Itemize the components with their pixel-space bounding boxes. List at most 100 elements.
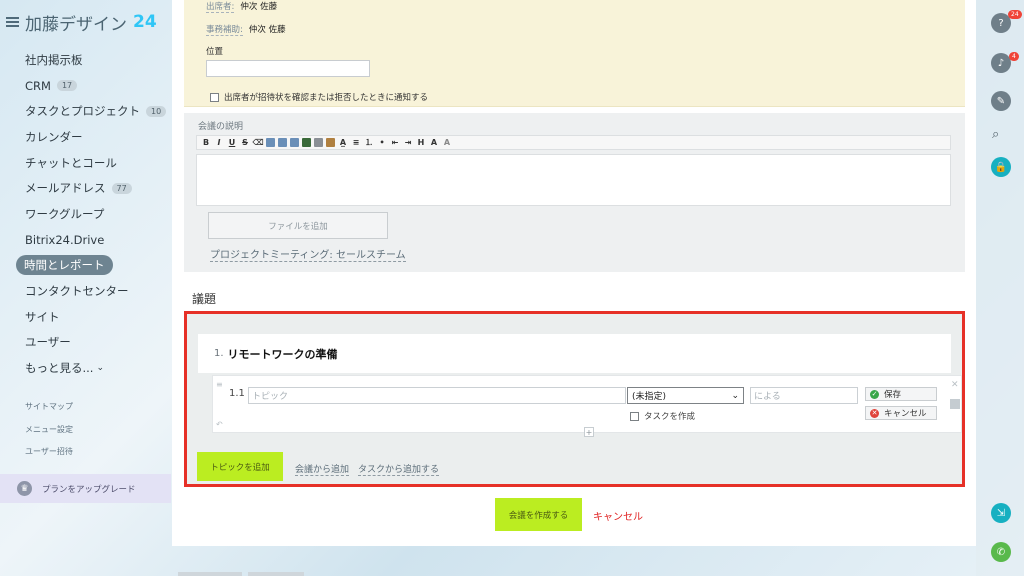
description-label: 会議の説明 (198, 122, 244, 132)
indent-icon[interactable]: ⇥ (403, 137, 413, 148)
bullet-list-icon[interactable]: • (377, 137, 387, 148)
bottom-tab[interactable] (178, 572, 242, 576)
sidebar-item-label: タスクとプロジェクト (25, 104, 140, 119)
bottom-tab[interactable] (248, 572, 304, 576)
font-family-icon[interactable]: A̲ (338, 137, 348, 148)
create-meeting-button[interactable]: 会議を作成する (495, 498, 582, 531)
sidebar-item-sites[interactable]: サイト (0, 304, 172, 330)
sidebar-item-label: ワークグループ (25, 206, 105, 221)
cancel-topic-button[interactable]: ✕ キャンセル (865, 406, 937, 420)
video-icon[interactable] (302, 138, 311, 147)
remove-icon[interactable]: ✕ (951, 380, 959, 390)
chevron-down-icon: ⌄ (731, 390, 739, 401)
align-icon[interactable]: ≡ (351, 137, 361, 148)
upgrade-plan-button[interactable]: ♛ プランをアップグレード (0, 474, 171, 503)
sidebar-item-more[interactable]: もっと見る... ⌄ (0, 355, 172, 381)
quote-icon[interactable] (326, 138, 335, 147)
agenda-topic[interactable]: 1. リモートワークの準備 (198, 334, 951, 373)
count-badge: 10 (146, 105, 167, 117)
bold-button[interactable]: B (201, 137, 211, 148)
agenda-title: 議題 (192, 292, 217, 306)
upgrade-label: プランをアップグレード (42, 484, 136, 495)
assistant-value: 仲次 佐藤 (248, 25, 286, 35)
sidebar-item-time-reports[interactable]: 時間とレポート (0, 253, 172, 279)
sidebar-item-label: CRM (25, 78, 51, 93)
cancel-button[interactable]: キャンセル (593, 508, 643, 523)
strikethrough-button[interactable]: S (240, 137, 250, 148)
unlink-icon[interactable] (278, 138, 287, 147)
chat-icon[interactable]: ✎ (991, 91, 1011, 111)
create-task-option[interactable]: タスクを作成 (630, 410, 695, 422)
logo-number: 24 (133, 12, 157, 32)
add-from-meeting-link[interactable]: 会議から追加 (295, 462, 350, 476)
image-icon[interactable] (290, 138, 299, 147)
sidebar-item-mail[interactable]: メールアドレス 77 (0, 175, 172, 201)
menu-icon[interactable] (6, 16, 19, 28)
font-size-button[interactable]: A (429, 137, 439, 148)
sidebar-item-contact-center[interactable]: コンタクトセンター (0, 278, 172, 304)
add-topic-button[interactable]: トピックを追加 (197, 452, 283, 481)
bell-icon[interactable]: ♪ (991, 53, 1011, 73)
font-color-button[interactable]: A (442, 137, 452, 148)
sidebar-item-users[interactable]: ユーザー (0, 330, 172, 356)
underline-button[interactable]: U (227, 137, 237, 148)
topic-input[interactable] (248, 387, 626, 404)
responsible-value: (未指定) (632, 392, 667, 402)
check-icon: ✓ (870, 389, 879, 399)
sidebar-item-tasks[interactable]: タスクとプロジェクト 10 (0, 98, 172, 124)
add-icon[interactable]: + (584, 427, 594, 437)
sidebar-item-label: もっと見る... (25, 361, 94, 376)
notify-checkbox[interactable] (210, 92, 219, 102)
invite-users-link[interactable]: ユーザー招待 (25, 446, 73, 457)
create-task-checkbox[interactable] (630, 411, 639, 421)
topic-title: リモートワークの準備 (227, 347, 338, 361)
logo[interactable]: 加藤デザイン 24 (6, 10, 157, 35)
italic-button[interactable]: I (214, 137, 224, 148)
sitemap-link[interactable]: サイトマップ (25, 401, 73, 412)
edit-icon[interactable] (950, 399, 960, 409)
subtopic-number: 1.1 (229, 388, 245, 399)
table-icon[interactable] (314, 138, 323, 147)
undo-icon[interactable]: ↶ (216, 420, 223, 429)
menu-settings-link[interactable]: メニュー設定 (25, 424, 73, 435)
sidebar-item-label: カレンダー (25, 129, 83, 144)
sidebar-item-drive[interactable]: Bitrix24.Drive (0, 227, 172, 253)
eraser-icon[interactable]: ⌫ (252, 137, 263, 148)
outdent-icon[interactable]: ⇤ (390, 137, 400, 148)
cancel-label: キャンセル (884, 409, 927, 419)
project-link[interactable]: プロジェクトミーティング: セールスチーム (210, 246, 406, 262)
add-file-button[interactable]: ファイルを追加 (208, 212, 388, 239)
left-sidebar: 加藤デザイン 24 社内掲示板 CRM 17 タスクとプロジェクト 10 カレンダー… (0, 0, 172, 576)
link-icon[interactable] (266, 138, 275, 147)
sidebar-item-label: 社内掲示板 (25, 52, 83, 67)
sidebar-item-chat[interactable]: チャットとコール (0, 150, 172, 176)
sidebar-item-label: Bitrix24.Drive (25, 232, 105, 247)
add-from-task-link[interactable]: タスクから追加する (358, 462, 440, 476)
main-content: 出席者: 仲次 佐藤 事務補助: 仲次 佐藤 位置 出席者が招待状を確認または拒否し… (172, 0, 976, 546)
lock-icon[interactable]: 🔒 (991, 157, 1011, 177)
search-icon[interactable]: ⌕ (992, 127, 999, 142)
attendees-value: 仲次 佐藤 (240, 2, 278, 12)
save-label: 保存 (884, 390, 902, 400)
save-button[interactable]: ✓ 保存 (865, 387, 937, 401)
sidebar-item-workgroups[interactable]: ワークグループ (0, 201, 172, 227)
heading-button[interactable]: H (416, 137, 426, 148)
ordered-list-icon[interactable]: ⒈ (364, 137, 374, 148)
notify-option[interactable]: 出席者が招待状を確認または拒否したときに通知する (210, 91, 428, 103)
open-panel-icon[interactable]: ⇲ (991, 503, 1011, 523)
by-input[interactable] (750, 387, 858, 404)
drag-handle-icon[interactable]: ≡ (216, 380, 223, 389)
agenda-panel: 1. リモートワークの準備 ≡ 1.1 (未指定) ⌄ タスクを作成 ✓ 保存 … (184, 311, 965, 487)
company-name: 加藤デザイン (25, 14, 127, 35)
responsible-select[interactable]: (未指定) ⌄ (627, 387, 744, 404)
attendees-label[interactable]: 出席者: (206, 2, 235, 13)
sidebar-item-label: ユーザー (25, 335, 71, 350)
description-editor[interactable] (196, 154, 951, 206)
assistant-label[interactable]: 事務補助: (206, 25, 243, 36)
main-nav: 社内掲示板 CRM 17 タスクとプロジェクト 10 カレンダー チャットとコール … (0, 47, 172, 381)
phone-icon[interactable]: ✆ (991, 542, 1011, 562)
sidebar-item-feed[interactable]: 社内掲示板 (0, 47, 172, 73)
sidebar-item-calendar[interactable]: カレンダー (0, 124, 172, 150)
location-input[interactable] (206, 60, 370, 77)
sidebar-item-crm[interactable]: CRM 17 (0, 73, 172, 99)
